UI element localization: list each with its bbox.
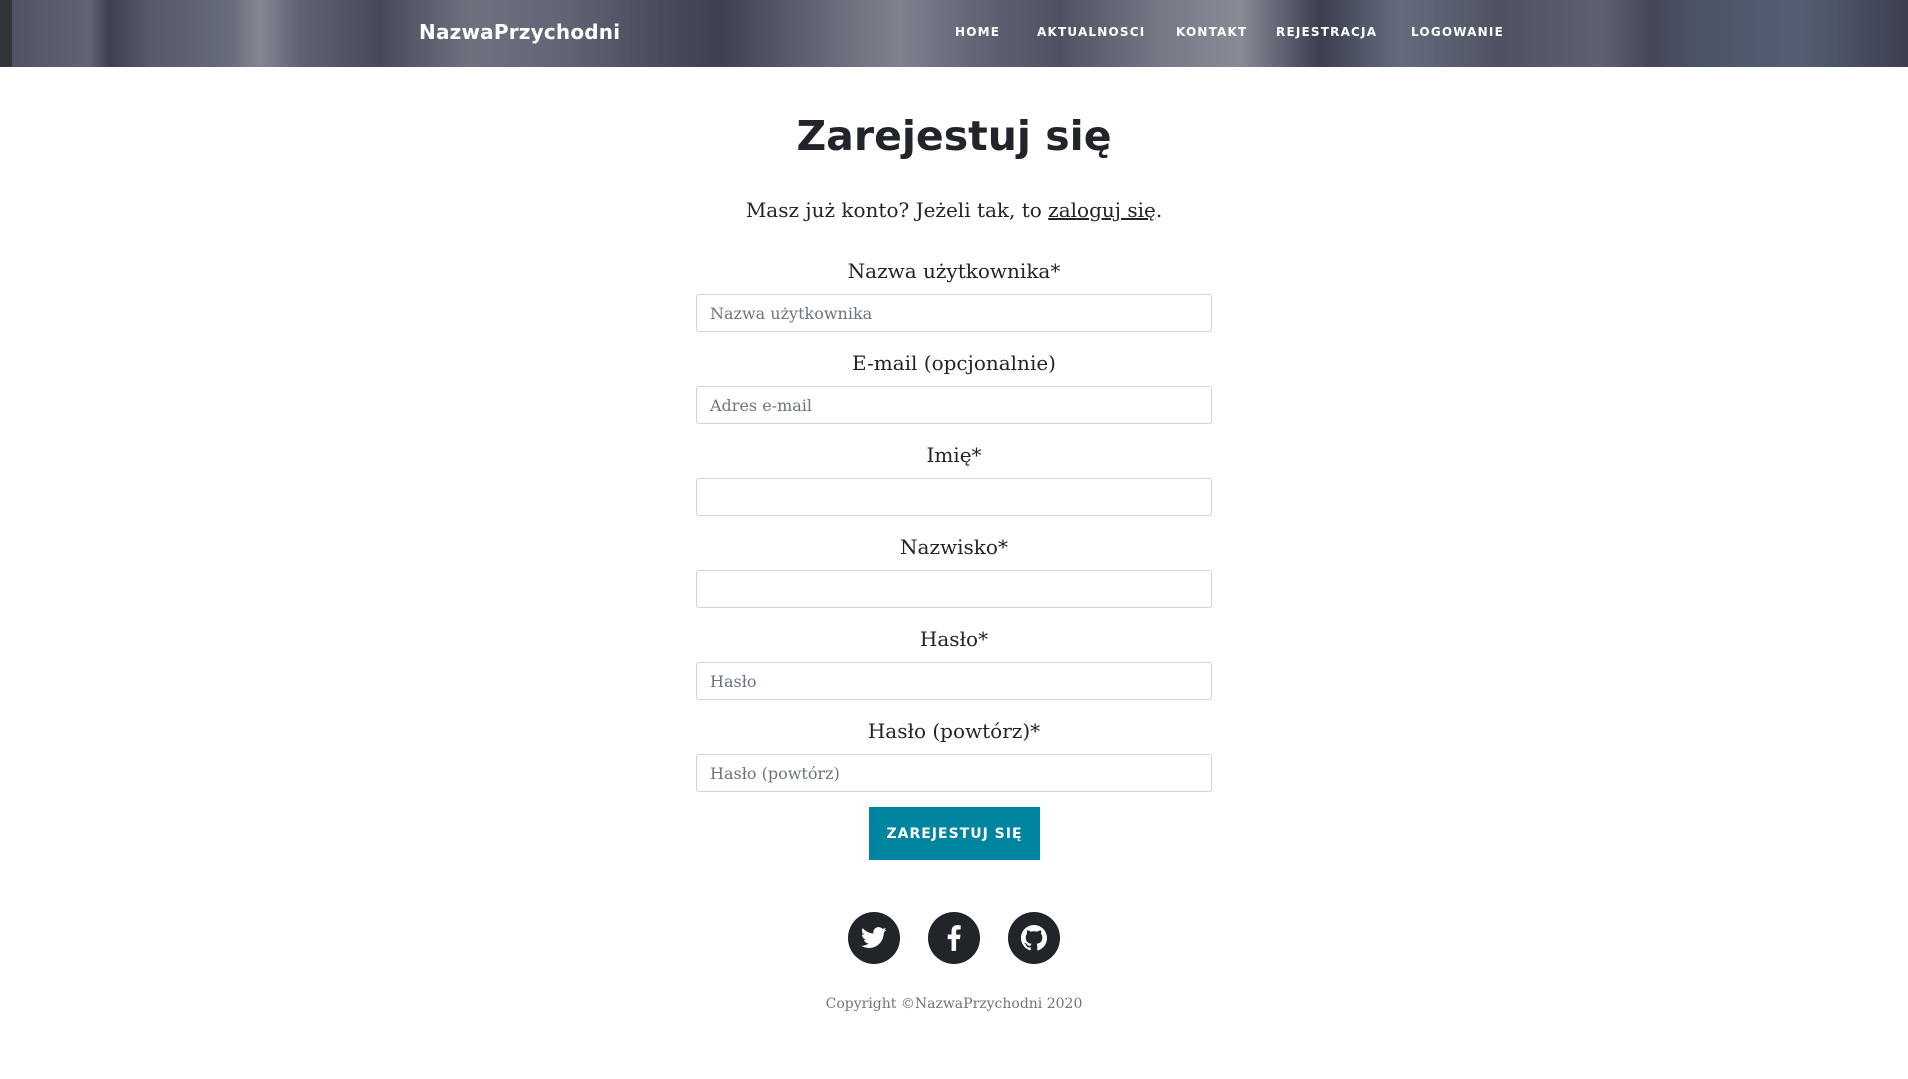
github-link[interactable] xyxy=(1008,912,1060,964)
last-name-input[interactable] xyxy=(696,570,1212,608)
twitter-icon xyxy=(861,927,887,949)
first-name-input[interactable] xyxy=(696,478,1212,516)
password-repeat-label: Hasło (powtórz)* xyxy=(867,719,1041,743)
github-icon xyxy=(1021,925,1047,951)
main-nav: HOME AKTUALNOSCI KONTAKT REJESTRACJA LOG… xyxy=(0,25,1908,45)
facebook-link[interactable] xyxy=(928,912,980,964)
login-prompt-text: Masz już konto? Jeżeli tak, to xyxy=(745,198,1049,222)
register-button[interactable]: ZAREJESTUJ SIĘ xyxy=(869,807,1040,860)
facebook-icon xyxy=(947,925,961,951)
nav-item-aktualnosci[interactable]: AKTUALNOSCI xyxy=(1037,25,1145,39)
password-input[interactable] xyxy=(696,662,1212,700)
password-repeat-field-group: Hasło (powtórz)* xyxy=(696,715,1212,807)
page-title: Zarejestuj się xyxy=(796,112,1112,160)
email-field-group: E-mail (opcjonalnie) xyxy=(696,347,1212,439)
password-repeat-input[interactable] xyxy=(696,754,1212,792)
last-name-label: Nazwisko* xyxy=(900,535,1008,559)
password-field-group: Hasło* xyxy=(696,623,1212,715)
nav-item-rejestracja[interactable]: REJESTRACJA xyxy=(1276,25,1377,39)
twitter-link[interactable] xyxy=(848,912,900,964)
nav-item-kontakt[interactable]: KONTAKT xyxy=(1176,25,1247,39)
login-prompt-suffix: . xyxy=(1155,198,1163,222)
last-name-field-group: Nazwisko* xyxy=(696,531,1212,623)
first-name-field-group: Imię* xyxy=(696,439,1212,531)
email-label: E-mail (opcjonalnie) xyxy=(852,351,1056,375)
password-label: Hasło* xyxy=(919,627,989,651)
nav-item-logowanie[interactable]: LOGOWANIE xyxy=(1411,25,1504,39)
first-name-label: Imię* xyxy=(926,443,982,467)
copyright-text: Copyright ©NazwaPrzychodni 2020 xyxy=(825,996,1083,1012)
site-header: NazwaPrzychodni HOME AKTUALNOSCI KONTAKT… xyxy=(0,0,1908,67)
social-links xyxy=(0,912,1908,964)
username-field-group: Nazwa użytkownika* xyxy=(696,255,1212,347)
username-label: Nazwa użytkownika* xyxy=(847,259,1061,283)
login-prompt: Masz już konto? Jeżeli tak, to zaloguj s… xyxy=(0,198,1908,222)
email-input[interactable] xyxy=(696,386,1212,424)
nav-item-home[interactable]: HOME xyxy=(955,25,1000,39)
registration-form: Nazwa użytkownika* E-mail (opcjonalnie) … xyxy=(696,255,1212,807)
username-input[interactable] xyxy=(696,294,1212,332)
login-link[interactable]: zaloguj się xyxy=(1048,198,1156,222)
